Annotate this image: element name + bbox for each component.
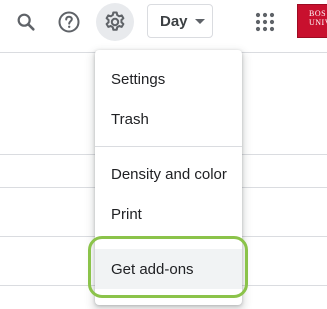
menu-item-get-add-ons[interactable]: Get add-ons bbox=[95, 249, 242, 289]
avatar-text-line2: UNIV bbox=[309, 18, 327, 27]
gear-icon bbox=[105, 11, 125, 31]
menu-item-trash[interactable]: Trash bbox=[95, 99, 242, 139]
menu-item-label: Trash bbox=[111, 110, 149, 128]
settings-button[interactable] bbox=[96, 3, 134, 41]
menu-item-print[interactable]: Print bbox=[95, 194, 242, 234]
search-icon bbox=[17, 13, 35, 31]
menu-item-label: Print bbox=[111, 205, 142, 223]
apps-grid-icon bbox=[255, 12, 275, 32]
menu-item-density-and-color[interactable]: Density and color bbox=[95, 154, 242, 194]
settings-menu: Settings Trash Density and color Print G… bbox=[95, 50, 242, 305]
menu-item-label: Get add-ons bbox=[111, 260, 194, 278]
avatar-text-line1: BOS bbox=[309, 9, 327, 18]
account-avatar[interactable]: BOS UNIV bbox=[297, 4, 327, 38]
chevron-down-icon bbox=[195, 19, 205, 24]
menu-divider bbox=[95, 146, 242, 147]
view-select-value: Day bbox=[160, 12, 188, 30]
menu-item-settings[interactable]: Settings bbox=[95, 59, 242, 99]
help-button[interactable] bbox=[51, 4, 87, 40]
apps-button[interactable] bbox=[247, 4, 283, 40]
menu-item-label: Density and color bbox=[111, 165, 227, 183]
help-icon bbox=[58, 11, 80, 33]
view-select[interactable]: Day bbox=[147, 4, 213, 38]
menu-item-label: Settings bbox=[111, 70, 166, 88]
search-button[interactable] bbox=[8, 4, 44, 40]
